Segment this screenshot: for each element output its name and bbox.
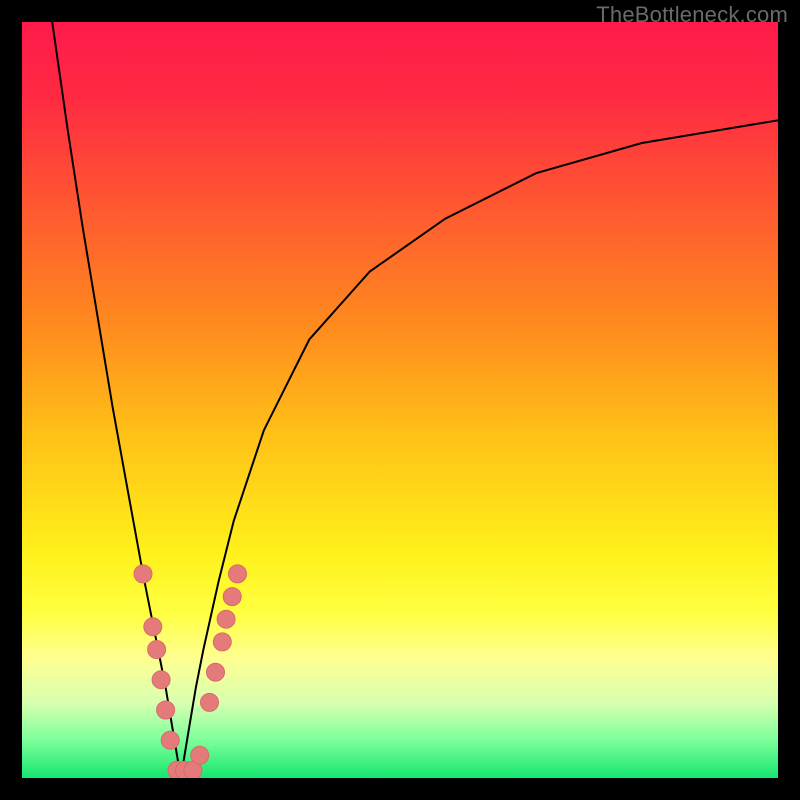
data-point-marker bbox=[217, 610, 235, 628]
plot-area bbox=[22, 22, 778, 778]
chart-svg bbox=[22, 22, 778, 778]
data-point-marker bbox=[207, 663, 225, 681]
data-point-marker bbox=[213, 633, 231, 651]
data-point-marker bbox=[201, 693, 219, 711]
data-point-marker bbox=[144, 618, 162, 636]
data-point-marker bbox=[191, 746, 209, 764]
outer-frame: TheBottleneck.com bbox=[0, 0, 800, 800]
watermark-text: TheBottleneck.com bbox=[596, 2, 788, 28]
data-point-marker bbox=[134, 565, 152, 583]
data-point-marker bbox=[229, 565, 247, 583]
data-point-marker bbox=[148, 641, 166, 659]
gradient-bg bbox=[22, 22, 778, 778]
data-point-marker bbox=[157, 701, 175, 719]
data-point-marker bbox=[223, 588, 241, 606]
data-point-marker bbox=[161, 731, 179, 749]
data-point-marker bbox=[152, 671, 170, 689]
